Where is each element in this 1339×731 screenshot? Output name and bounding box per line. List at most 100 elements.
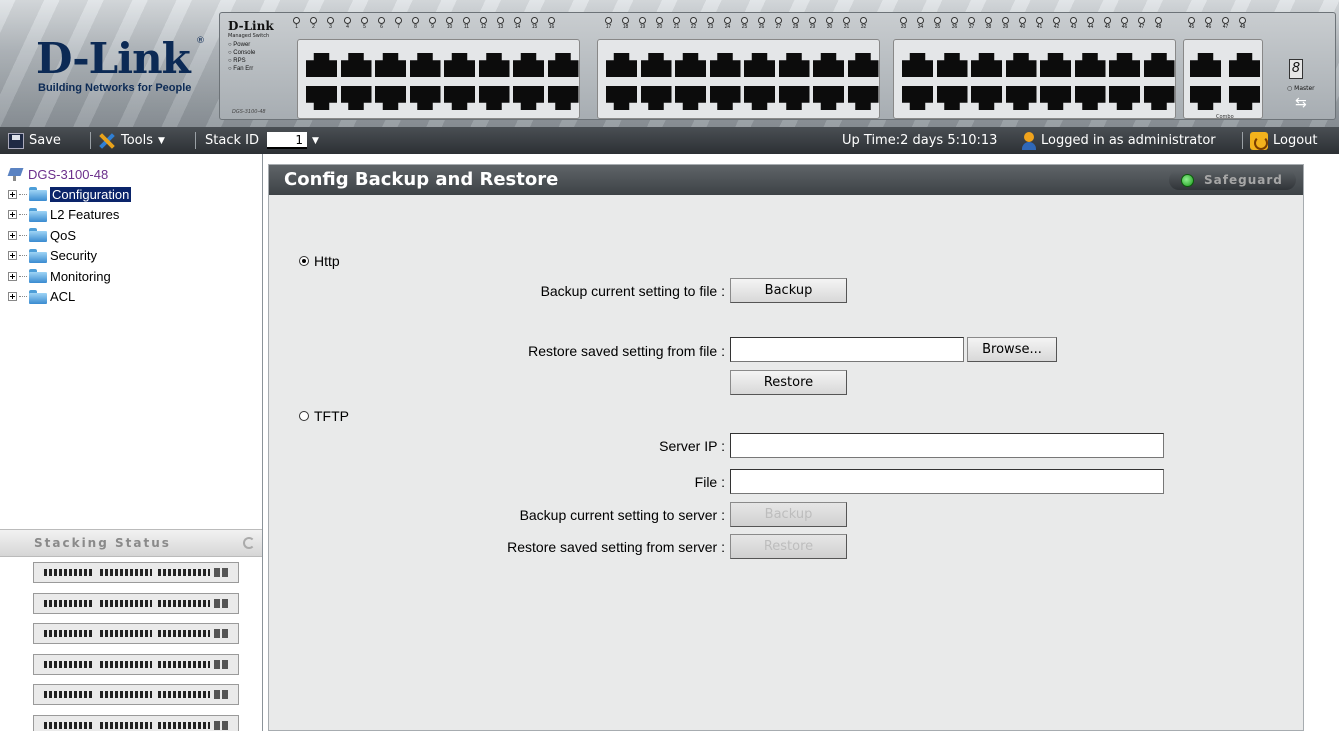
port-led (946, 17, 963, 24)
port-number: 47 (1138, 24, 1145, 30)
tree-item-label: Configuration (50, 186, 132, 202)
stacking-status-header: Stacking Status (0, 529, 262, 557)
tree-item-configuration[interactable]: Configuration (8, 184, 132, 205)
combo-port-led (1183, 17, 1200, 24)
save-button[interactable]: Save (8, 127, 61, 154)
logged-in-status: Logged in as administrator (1017, 127, 1216, 154)
port-number: 2 (312, 24, 315, 30)
unit-sfp (214, 690, 220, 699)
tree-item-security[interactable]: Security (8, 246, 131, 267)
port-led (912, 17, 929, 24)
port-led (441, 17, 458, 24)
ethernet-port (478, 53, 510, 77)
tree-connector (19, 234, 27, 236)
tools-label: Tools (121, 133, 154, 148)
logout-button[interactable]: Logout (1250, 127, 1318, 154)
port-led (753, 17, 770, 24)
port-led (668, 17, 685, 24)
ethernet-port (306, 86, 337, 110)
logo-tagline: Building Networks for People (38, 82, 192, 94)
combo-port (1190, 86, 1221, 110)
tftp-radio-option[interactable]: TFTP (299, 408, 349, 424)
unit-ports (44, 630, 94, 637)
http-radio[interactable] (299, 256, 309, 266)
port-number: 14 (514, 24, 521, 30)
browse-button[interactable]: Browse... (967, 337, 1057, 362)
switch-brand: D-Link (228, 19, 274, 33)
stack-unit[interactable] (33, 623, 239, 644)
port-led (526, 17, 543, 24)
port-led (390, 17, 407, 24)
unit-sfp (222, 690, 228, 699)
stack-unit[interactable] (33, 562, 239, 583)
tree-item-l2-features[interactable]: L2 Features (8, 205, 131, 226)
port-led (1099, 17, 1116, 24)
port-led (617, 17, 634, 24)
unit-ports (44, 569, 94, 576)
ethernet-port (971, 53, 1002, 77)
http-restore-button[interactable]: Restore (730, 370, 847, 395)
unit-ports (100, 569, 152, 576)
combo-port-led (1234, 17, 1251, 24)
unit-ports (158, 599, 210, 607)
backup-restore-form: Http Backup current setting to file : Ba… (269, 195, 1303, 730)
tftp-radio[interactable] (299, 411, 309, 421)
tftp-restore-button[interactable]: Restore (730, 534, 847, 559)
stack-unit[interactable] (33, 714, 239, 731)
page: D-Link ® Building Networks for People D-… (0, 0, 1339, 731)
expand-plus-icon[interactable] (8, 271, 17, 281)
tree-item-label: Monitoring (50, 268, 111, 284)
tools-menu[interactable]: Tools ▼ (98, 127, 165, 154)
ethernet-port (744, 53, 775, 77)
stack-unit[interactable] (33, 653, 239, 675)
ethernet-port (606, 86, 637, 110)
ethernet-port (375, 86, 406, 110)
tree-connector (19, 275, 27, 277)
tree-item-monitoring[interactable]: Monitoring (8, 266, 131, 287)
page-title: Config Backup and Restore (284, 169, 559, 190)
port-number: 45 (1104, 24, 1111, 30)
expand-plus-icon[interactable] (8, 292, 17, 302)
http-label: Http (314, 253, 340, 269)
tree-root-device[interactable]: DGS-3100-48 (8, 164, 131, 184)
chevron-down-icon[interactable]: ▼ (312, 136, 319, 146)
tftp-backup-button[interactable]: Backup (730, 502, 847, 527)
port-number: 22 (690, 24, 697, 30)
ethernet-port (675, 86, 706, 110)
safeguard-indicator[interactable]: Safeguard (1169, 170, 1296, 190)
tftp-file-input[interactable] (730, 469, 1164, 494)
registered-mark: ® (196, 36, 205, 46)
http-backup-button[interactable]: Backup (730, 278, 847, 303)
tree-item-qos[interactable]: QoS (8, 225, 131, 246)
logged-in-text: Logged in as administrator (1041, 133, 1216, 148)
combo-port (1229, 53, 1260, 77)
expand-plus-icon[interactable] (8, 210, 17, 220)
ethernet-port (971, 86, 1002, 110)
stack-unit[interactable] (33, 684, 239, 705)
port-led (804, 17, 821, 24)
restore-file-input[interactable] (730, 337, 964, 362)
ethernet-port (1143, 53, 1175, 77)
led-fan-err: ○ Fan Err (228, 66, 254, 72)
stack-unit[interactable] (33, 592, 239, 614)
expand-plus-icon[interactable] (8, 230, 17, 240)
server-ip-input[interactable] (730, 433, 1164, 458)
port-number: 41 (1036, 24, 1043, 30)
folder-icon (29, 207, 47, 222)
port-number: 38 (985, 24, 992, 30)
stack-id-select[interactable]: 1 (266, 132, 307, 149)
tree-item-acl[interactable]: ACL (8, 287, 131, 308)
ethernet-port (1109, 53, 1140, 77)
expand-plus-icon[interactable] (8, 189, 17, 199)
expand-plus-icon[interactable] (8, 251, 17, 261)
port-led (651, 17, 668, 24)
port-led (855, 17, 872, 24)
port-number: 9 (431, 24, 434, 30)
http-radio-option[interactable]: Http (299, 253, 340, 269)
refresh-icon[interactable] (243, 537, 255, 549)
uptime-value: Up Time:2 days 5:10:13 (842, 133, 998, 148)
toolbar-divider (90, 132, 91, 149)
port-number: 40 (1019, 24, 1026, 30)
port-number: 15 (531, 24, 538, 30)
ports-17-32 (597, 39, 880, 119)
